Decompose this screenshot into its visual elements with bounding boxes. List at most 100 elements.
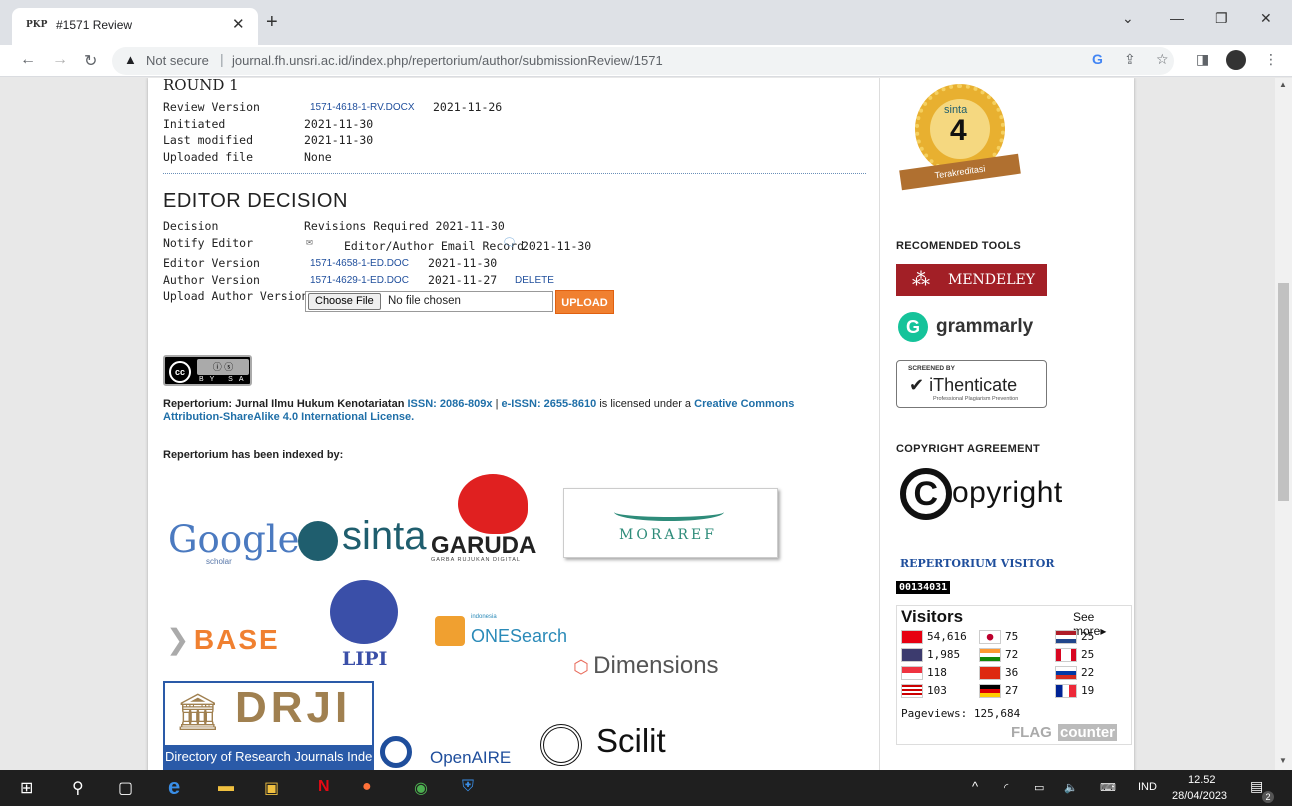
minimize-icon[interactable]: — [1170, 10, 1184, 26]
restore-icon[interactable]: ❐ [1215, 10, 1228, 27]
lipi-text: LIPI [342, 648, 388, 670]
onesearch-text: ONESearch [471, 626, 568, 646]
dimensions-logo[interactable]: ⬡ Dimensions [573, 652, 719, 680]
google-scholar-logo[interactable]: Google scholar [168, 518, 300, 566]
flag-counter-brand[interactable]: FLAG counter [1009, 724, 1118, 741]
url-text[interactable]: journal.fh.unsri.ac.id/index.php/reperto… [232, 53, 663, 68]
flag-row: 103 [901, 684, 947, 698]
email-record-label: Editor/Author Email Record [344, 239, 525, 253]
firefox-icon[interactable]: ● [362, 778, 372, 796]
flag-row: 27 [979, 684, 1018, 698]
language-indicator[interactable]: IND [1138, 781, 1157, 793]
scrollbar-thumb[interactable] [1278, 283, 1289, 501]
google-translate-icon[interactable]: G [1092, 51, 1103, 67]
comment-icon[interactable]: 🗨 [502, 235, 517, 249]
search-icon[interactable]: ⚲ [72, 778, 84, 798]
review-version-link[interactable]: 1571-4618-1-RV.DOCX [310, 102, 415, 113]
flag-row: 72 [979, 648, 1018, 662]
license-mid-text: is licensed under a [599, 398, 692, 410]
grammarly-logo[interactable]: Ggrammarly [898, 312, 1033, 342]
scilit-logo[interactable]: Scilit [530, 710, 690, 770]
recommended-tools-heading: RECOMENDED TOOLS [896, 240, 1021, 252]
warning-icon[interactable]: ▲ [124, 52, 137, 67]
round-title: ROUND 1 [163, 78, 239, 94]
vpn-shield-icon[interactable]: ⛨ [462, 778, 474, 796]
tab-close-icon[interactable]: ✕ [232, 15, 245, 33]
cc-license-badge[interactable]: cc ⓘ ⓢ BY SA [163, 355, 252, 386]
moraref-book-icon [614, 503, 724, 521]
google-scholar-text: Google [168, 518, 300, 561]
file-explorer-icon[interactable]: ▬ [218, 778, 234, 796]
chrome-icon[interactable]: ◉ [414, 778, 428, 798]
indexed-heading: Repertorium has been indexed by: [163, 449, 344, 461]
tab-search-icon[interactable]: ⌄ [1122, 10, 1134, 27]
flag-counter-widget[interactable]: Visitors See more▸ 54,616 ● 75 25 1,985 7… [896, 605, 1132, 745]
author-version-link[interactable]: 1571-4629-1-ED.DOC [310, 275, 409, 286]
netflix-icon[interactable]: N [318, 778, 330, 796]
copyright-logo[interactable]: Copyright [900, 468, 1063, 520]
profile-avatar[interactable] [1226, 50, 1246, 70]
network-icon[interactable]: ◜ [1004, 781, 1008, 794]
volume-icon[interactable]: 🔈 [1064, 781, 1078, 794]
back-icon[interactable]: ← [20, 51, 36, 69]
eissn-link[interactable]: e-ISSN: 2655-8610 [501, 398, 596, 410]
flag-icon-ca [1055, 648, 1077, 662]
scroll-up-icon[interactable]: ▲ [1279, 80, 1287, 89]
moraref-logo[interactable]: MORAREF [563, 488, 778, 558]
security-label: Not secure [146, 53, 209, 68]
browser-tab[interactable]: PKP #1571 Review ✕ [12, 8, 258, 45]
new-tab-icon[interactable]: + [266, 11, 278, 34]
menu-icon[interactable]: ⋮ [1264, 51, 1278, 68]
choose-file-button[interactable]: Choose File [308, 293, 381, 310]
google-scholar-sub: scholar [206, 557, 232, 566]
bookmark-star-icon[interactable]: ☆ [1156, 51, 1169, 68]
upload-button[interactable]: UPLOAD [555, 290, 614, 314]
address-bar[interactable]: ▲ Not secure | journal.fh.unsri.ac.id/in… [112, 47, 1174, 75]
keyboard-icon[interactable]: ⌨ [1100, 781, 1116, 794]
window-close-icon[interactable]: ✕ [1260, 10, 1272, 27]
moraref-text: MORAREF [619, 527, 717, 543]
mendeley-logo[interactable]: ⁂ MENDELEY [896, 264, 1047, 296]
ithenticate-logo[interactable]: SCREENED BY ✔ iThenticate Professional P… [896, 360, 1047, 408]
clock-time[interactable]: 12.52 [1188, 774, 1216, 786]
sinta-accreditation-badge[interactable]: sinta 4 Terakreditasi [899, 84, 1021, 200]
vertical-scrollbar[interactable]: ▲ ▼ [1275, 78, 1292, 770]
edge-icon[interactable]: e [168, 774, 180, 800]
sidebar: sinta 4 Terakreditasi RECOMENDED TOOLS ⁂… [880, 78, 1134, 770]
base-logo[interactable]: ❯ BASE [166, 623, 280, 656]
grammarly-icon: G [898, 312, 928, 342]
by-sa-text: BY SA [199, 376, 250, 383]
cc-icon: cc [169, 361, 191, 383]
issn-separator: | [495, 398, 499, 410]
openaire-text: OpenAIRE [430, 748, 512, 767]
email-icon[interactable]: ✉ [306, 235, 313, 248]
battery-icon[interactable]: ▭ [1034, 781, 1044, 794]
ithenticate-sub: Professional Plagiarism Prevention [933, 396, 1019, 402]
drji-logo[interactable]: 🏛 DRJI Directory of Research Journals In… [163, 681, 374, 770]
share-icon[interactable]: ⇪ [1124, 51, 1136, 68]
scroll-down-icon[interactable]: ▼ [1279, 756, 1287, 765]
issn-link[interactable]: ISSN: 2086-809x [408, 398, 493, 410]
clock-date[interactable]: 28/04/2023 [1172, 790, 1227, 802]
visitor-counter: 00134031 [896, 581, 951, 594]
tray-chevron-icon[interactable]: ^ [972, 779, 978, 794]
task-view-icon[interactable]: ▢ [118, 778, 133, 798]
decision-value: Revisions Required 2021-11-30 [304, 219, 505, 233]
drji-building-icon: 🏛 [175, 691, 221, 732]
side-panel-icon[interactable]: ◨ [1196, 51, 1209, 68]
store-icon[interactable]: ▣ [264, 778, 279, 798]
flag-row: 25 [1055, 648, 1094, 662]
forward-icon[interactable]: → [52, 51, 68, 69]
windows-start-icon[interactable]: ⊞ [20, 778, 33, 798]
base-arrow-icon: ❯ [166, 624, 190, 655]
notification-icon[interactable]: ▤ [1250, 778, 1263, 795]
address-separator: | [220, 51, 224, 67]
delete-link[interactable]: DELETE [515, 275, 554, 286]
reload-icon[interactable]: ↻ [84, 51, 97, 71]
flag-icon-in [979, 648, 1001, 662]
file-input[interactable]: Choose File No file chosen [305, 291, 553, 312]
flag-row: ● 75 [979, 630, 1018, 644]
main-column: ROUND 1 Review Version 1571-4618-1-RV.DO… [148, 78, 880, 770]
editor-version-link[interactable]: 1571-4658-1-ED.DOC [310, 258, 409, 269]
uploaded-file-value: None [304, 150, 332, 164]
